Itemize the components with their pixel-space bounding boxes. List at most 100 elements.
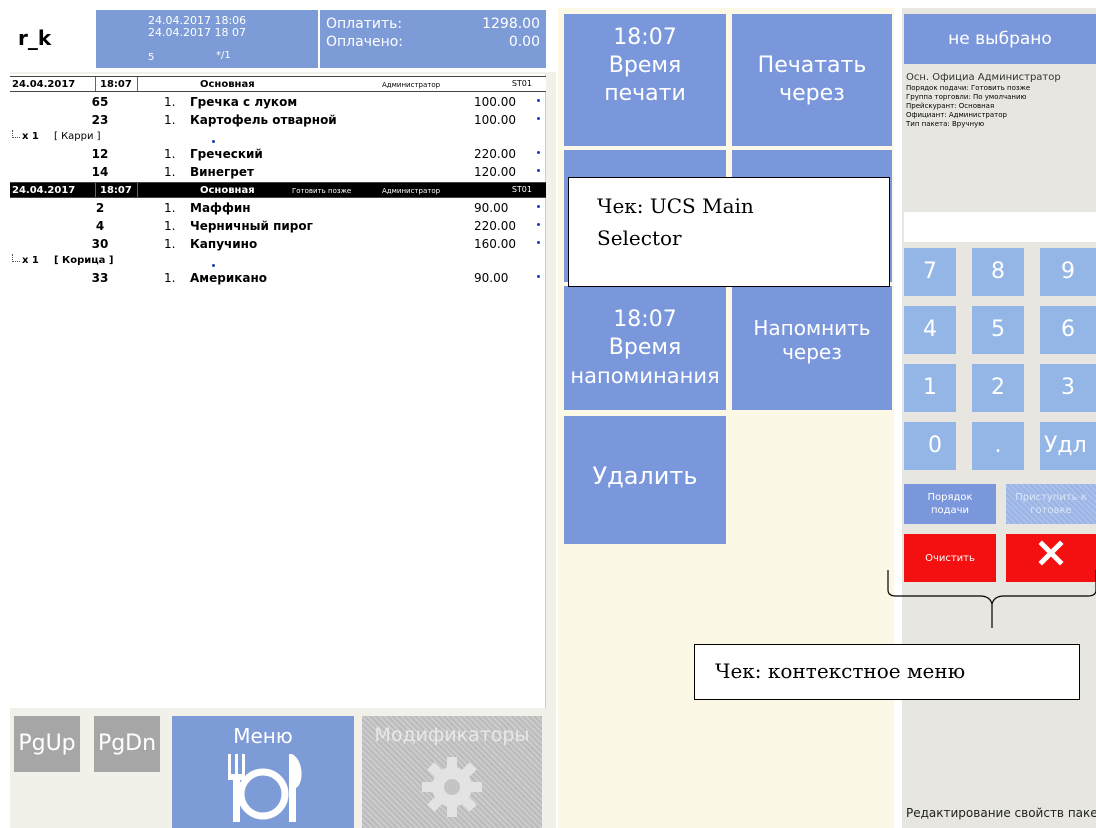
remind-after-tile[interactable]: Напомнить через [732, 286, 892, 410]
item-price: 160.00 [474, 237, 516, 251]
item-qty: 1. [164, 237, 176, 251]
group-name: Основная [200, 79, 255, 90]
order-item-list[interactable]: 24.04.2017 18:07 Основная Администратор … [10, 74, 546, 708]
key-0[interactable]: 0 [904, 422, 956, 470]
item-status-dot [537, 169, 540, 172]
item-code: 2 [95, 201, 105, 215]
menu-button-label: Меню [233, 724, 293, 748]
item-code: 14 [91, 165, 109, 179]
to-pay-value: 1298.00 [482, 16, 540, 32]
numeric-input[interactable] [904, 212, 1096, 242]
page-down-button[interactable]: PgDn [94, 716, 160, 772]
item-code: 65 [91, 95, 109, 109]
remind-after-label2: через [782, 340, 842, 364]
item-code: 12 [91, 147, 109, 161]
modifier-row[interactable]: x 1 [ Корица ] [10, 253, 546, 269]
modifier-status-dot [212, 264, 215, 267]
payment-summary: Оплатить: 1298.00 Оплачено: 0.00 [320, 10, 546, 68]
serving-order-button[interactable]: Порядок подачи [904, 484, 996, 524]
start-cooking-label2: готовке [1030, 505, 1072, 516]
order-item-row[interactable]: 65 1. Гречка с луком 100.00 [10, 93, 546, 111]
group-waiter: Администратор [382, 187, 441, 195]
group-cook-later: Готовить позже [292, 187, 352, 195]
item-status-dot [537, 151, 540, 154]
app-code: r_k [18, 26, 52, 50]
menu-button[interactable]: Меню [172, 716, 354, 828]
start-cooking-button: Приступить к готовке [1006, 484, 1096, 524]
order-item-row[interactable]: 14 1. Винегрет 120.00 [10, 163, 546, 181]
modifier-name: [ Карри ] [54, 131, 101, 142]
status-bar: Редактирование свойств пакета [906, 806, 1096, 820]
item-price: 220.00 [474, 219, 516, 233]
order-item-row[interactable]: 33 1. Американо 90.00 [10, 269, 546, 287]
modifiers-button-label: Модификаторы [374, 724, 530, 746]
print-after-tile[interactable]: Печатать через [732, 14, 892, 146]
item-price: 90.00 [474, 271, 509, 285]
group-waiter: Администратор [382, 81, 441, 89]
item-code: 23 [91, 113, 109, 127]
order-item-row[interactable]: 4 1. Черничный пирог 220.00 [10, 217, 546, 235]
plate-cutlery-icon [228, 754, 302, 822]
modifiers-button: Модификаторы [362, 716, 542, 828]
item-qty: 1. [164, 219, 176, 233]
course-group-header-selected[interactable]: 24.04.2017 18:07 Основная Готовить позже… [10, 182, 546, 198]
modifier-row[interactable]: x 1 [ Карри ] [10, 129, 546, 145]
delete-tile[interactable]: Удалить [564, 416, 726, 544]
course-group-header[interactable]: 24.04.2017 18:07 Основная Администратор … [10, 76, 546, 92]
order-item-row[interactable]: 30 1. Капучино 160.00 [10, 235, 546, 253]
item-qty: 1. [164, 201, 176, 215]
print-time-label1: Время [608, 53, 682, 78]
item-name: Картофель отварной [190, 113, 337, 127]
properties-panel: не выбрано Осн. Официа Администратор Пор… [902, 8, 1096, 828]
bottom-toolbar: PgUp PgDn Меню Модификаторы [10, 708, 556, 828]
property-trade-group: Группа торговли: По умолчанию [906, 93, 1027, 101]
remind-time-value: 18:07 [613, 307, 677, 332]
item-price: 100.00 [474, 95, 516, 109]
item-name: Американо [190, 271, 268, 285]
order-info-box: 24.04.2017 18:06 24.04.2017 18 07 5 */1 [96, 10, 318, 68]
key-7[interactable]: 7 [904, 248, 956, 296]
item-status-dot [537, 117, 540, 120]
not-selected-button[interactable]: не выбрано [904, 14, 1096, 64]
item-status-dot [537, 223, 540, 226]
context-menu-panel: 18:07 Время печати Печатать через 18:07 … [558, 8, 894, 828]
properties-summary: Осн. Официа Администратор [906, 72, 1061, 83]
page-up-button[interactable]: PgUp [14, 716, 80, 772]
order-item-row[interactable]: 2 1. Маффин 90.00 [10, 199, 546, 217]
key-2[interactable]: 2 [972, 364, 1024, 412]
order-item-row[interactable]: 12 1. Греческий 220.00 [10, 145, 546, 163]
item-code: 30 [91, 237, 109, 251]
item-name: Греческий [190, 147, 263, 161]
item-name: Черничный пирог [190, 219, 313, 233]
remind-time-tile[interactable]: 18:07 Время напоминания [564, 286, 726, 410]
print-after-label2: через [779, 81, 845, 106]
close-icon [1038, 540, 1064, 566]
item-code: 33 [91, 271, 109, 285]
guest-count: 5 [148, 52, 155, 63]
modifier-multiplier: x 1 [22, 255, 39, 266]
gear-icon [422, 757, 482, 817]
key-4[interactable]: 4 [904, 306, 956, 354]
modifier-name: [ Корица ] [54, 255, 114, 266]
print-time-value: 18:07 [613, 25, 677, 50]
item-price: 90.00 [474, 201, 509, 215]
print-time-tile[interactable]: 18:07 Время печати [564, 14, 726, 146]
paid-label: Оплачено: [326, 34, 404, 50]
key-3[interactable]: 3 [1040, 364, 1096, 412]
key-5[interactable]: 5 [972, 306, 1024, 354]
key-dot[interactable]: . [972, 422, 1024, 470]
property-package-type: Тип пакета: Вручную [906, 120, 985, 128]
property-waiter: Официант: Администратор [906, 111, 1007, 119]
delete-label: Удалить [592, 462, 698, 490]
key-9[interactable]: 9 [1040, 248, 1096, 296]
key-6[interactable]: 6 [1040, 306, 1096, 354]
group-name: Основная [200, 185, 255, 196]
item-qty: 1. [164, 147, 176, 161]
key-8[interactable]: 8 [972, 248, 1024, 296]
print-time-label2: печати [604, 81, 686, 106]
group-station: ST01 [511, 185, 532, 194]
key-1[interactable]: 1 [904, 364, 956, 412]
order-item-row[interactable]: 23 1. Картофель отварной 100.00 [10, 111, 546, 129]
key-delete[interactable]: Удл [1040, 422, 1096, 470]
modifier-multiplier: x 1 [22, 131, 39, 142]
